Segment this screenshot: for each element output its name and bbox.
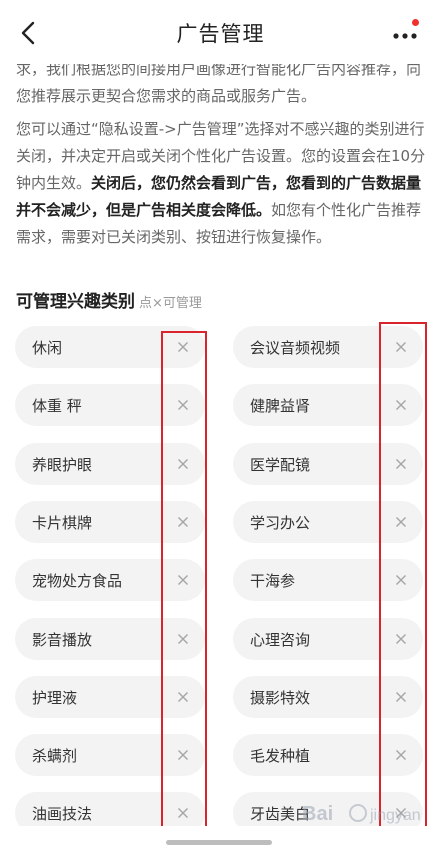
category-label: 油画技法 <box>32 805 93 823</box>
category-label: 休闲 <box>32 339 63 357</box>
category-label: 护理液 <box>32 689 78 707</box>
category-label: 医学配镜 <box>250 456 311 474</box>
category-label: 健脾益肾 <box>250 397 311 415</box>
category-label: 干海参 <box>250 572 296 590</box>
category-label: 杀螨剂 <box>32 747 78 765</box>
highlight-box-left <box>161 331 207 833</box>
description-paragraph: 您可以通过“隐私设置->广告管理”选择对不感兴趣的类别进行关闭，并决定开启或关闭… <box>16 116 426 251</box>
section-heading: 可管理兴趣类别 点×可管理 <box>16 287 202 312</box>
svg-text:Bai: Bai <box>302 803 333 825</box>
category-label: 卡片棋牌 <box>32 514 93 532</box>
category-label: 影音播放 <box>32 631 93 649</box>
watermark-logo: Bai jingyan <box>302 803 421 825</box>
home-indicator[interactable] <box>166 840 272 845</box>
category-label: 宠物处方食品 <box>32 572 123 590</box>
top-nav-bar: 广告管理 <box>0 0 441 64</box>
category-label: 会议音频视频 <box>250 339 341 357</box>
svg-text:jingyan: jingyan <box>369 807 421 824</box>
page-title: 广告管理 <box>176 22 265 46</box>
notification-dot <box>412 19 419 26</box>
section-hint: 点×可管理 <box>139 296 202 311</box>
highlight-box-right <box>379 322 427 834</box>
category-label: 摄影特效 <box>250 689 311 707</box>
category-label: 体重 秤 <box>32 397 82 415</box>
category-label: 养眼护眼 <box>32 456 93 474</box>
category-label: 毛发种植 <box>250 747 311 765</box>
category-label: 心理咨询 <box>250 631 311 649</box>
section-title: 可管理兴趣类别 <box>16 292 135 312</box>
category-label: 学习办公 <box>250 514 311 532</box>
